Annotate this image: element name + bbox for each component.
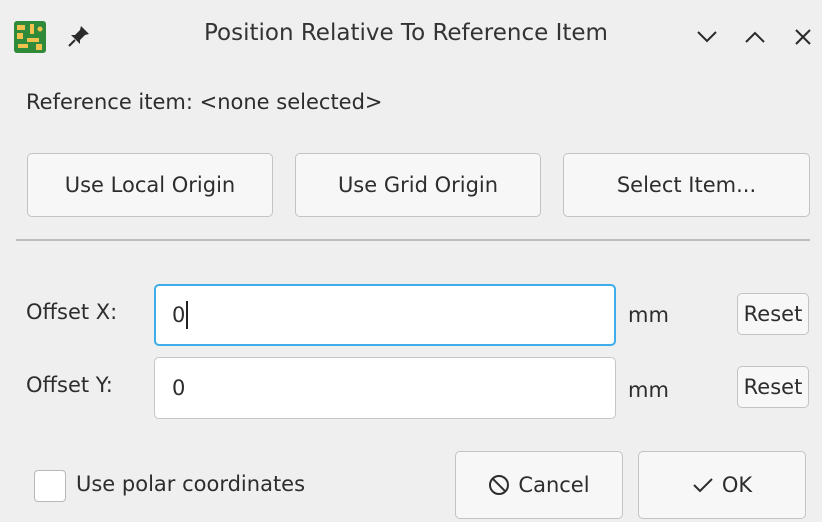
separator (16, 239, 810, 241)
pin-icon[interactable] (66, 23, 92, 49)
title-bar: Position Relative To Reference Item (0, 0, 822, 74)
offset-y-value: 0 (172, 376, 186, 400)
offset-x-label: Offset X: (26, 300, 118, 324)
use-local-origin-button[interactable]: Use Local Origin (27, 153, 273, 217)
polar-coordinates-checkbox[interactable] (34, 470, 66, 502)
checkmark-icon (692, 476, 714, 494)
offset-y-reset-button[interactable]: Reset (737, 366, 809, 408)
polar-coordinates-label[interactable]: Use polar coordinates (76, 472, 305, 496)
ok-label: OK (721, 473, 753, 497)
kicad-pcb-icon (14, 21, 46, 53)
offset-y-field[interactable]: 0 (154, 357, 616, 419)
select-item-button[interactable]: Select Item... (563, 153, 810, 217)
maximize-icon[interactable] (740, 22, 770, 52)
window-title: Position Relative To Reference Item (204, 20, 608, 46)
offset-x-reset-button[interactable]: Reset (737, 293, 809, 335)
offset-y-label: Offset Y: (26, 373, 113, 397)
offset-x-unit: mm (628, 303, 669, 327)
cancel-icon (488, 474, 510, 496)
offset-x-value: 0 (172, 303, 186, 327)
reference-item-label: Reference item: <none selected> (26, 90, 383, 114)
cancel-button[interactable]: Cancel (455, 451, 623, 519)
text-caret (186, 301, 188, 329)
close-icon[interactable] (788, 22, 818, 52)
offset-x-field[interactable]: 0 (154, 284, 616, 346)
use-grid-origin-button[interactable]: Use Grid Origin (295, 153, 541, 217)
offset-y-unit: mm (628, 378, 669, 402)
minimize-icon[interactable] (692, 22, 722, 52)
cancel-label: Cancel (518, 473, 590, 497)
ok-button[interactable]: OK (638, 451, 806, 519)
